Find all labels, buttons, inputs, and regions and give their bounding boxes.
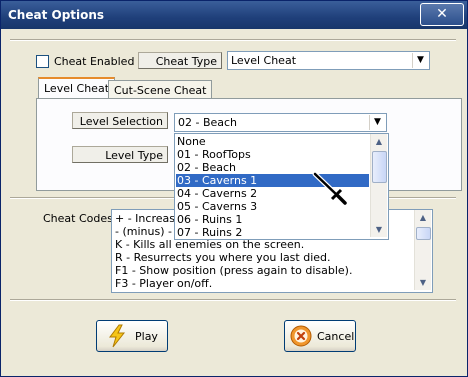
tab-cut-scene-cheat[interactable]: Cut-Scene Cheat xyxy=(108,80,213,100)
scroll-up-icon[interactable]: ▲ xyxy=(415,210,431,225)
list-item[interactable]: 07 - Ruins 2 xyxy=(176,226,369,239)
dropdown-scrollbar[interactable]: ▲ ▼ xyxy=(370,134,387,237)
cancel-label: Cancel xyxy=(317,330,355,343)
level-selection-label: Level Selection xyxy=(72,112,168,129)
dialog-body: Cheat Enabled Cheat Type Level Cheat ▼ L… xyxy=(4,29,464,373)
code-line: F1 - Show position (press again to disab… xyxy=(115,264,353,277)
scroll-thumb[interactable] xyxy=(372,151,387,183)
cheat-type-label: Cheat Type xyxy=(138,52,222,69)
sword-cursor-icon xyxy=(312,171,347,205)
scroll-down-icon[interactable]: ▼ xyxy=(415,275,431,290)
scroll-thumb[interactable] xyxy=(416,227,431,240)
cheat-options-window: Cheat Options ✕ Cheat Enabled Cheat Type… xyxy=(0,0,468,377)
close-button[interactable]: ✕ xyxy=(420,3,464,26)
play-label: Play xyxy=(135,330,158,343)
cheat-codes-label: Cheat Codes xyxy=(43,212,113,225)
bottom-divider xyxy=(10,299,456,301)
cheat-type-value: Level Cheat xyxy=(231,54,297,67)
tab-level-cheat[interactable]: Level Cheat xyxy=(38,77,116,99)
list-item[interactable]: 06 - Ruins 1 xyxy=(176,213,369,226)
lightning-icon xyxy=(109,324,126,348)
code-line: + - Increase xyxy=(115,212,182,225)
scroll-down-icon[interactable]: ▼ xyxy=(371,222,387,237)
cheat-type-select[interactable]: Level Cheat ▼ xyxy=(227,51,430,70)
list-item[interactable]: None xyxy=(176,135,369,148)
window-title: Cheat Options xyxy=(8,8,105,22)
play-button[interactable]: Play xyxy=(96,320,168,352)
cheat-codes-scrollbar[interactable]: ▲ ▼ xyxy=(414,210,431,290)
scroll-up-icon[interactable]: ▲ xyxy=(371,134,387,149)
level-selection-value: 02 - Beach xyxy=(178,116,238,129)
code-line: F3 - Player on/off. xyxy=(115,277,213,290)
chevron-down-icon[interactable]: ▼ xyxy=(412,53,428,68)
cheat-enabled-label: Cheat Enabled xyxy=(54,55,135,68)
tab-cut-scene-cheat-label: Cut-Scene Cheat xyxy=(114,84,207,97)
close-icon: ✕ xyxy=(436,6,448,22)
top-divider xyxy=(10,39,456,41)
level-selection-dropdown-list[interactable]: None 01 - RoofTops 02 - Beach 03 - Caver… xyxy=(174,133,389,240)
list-item[interactable]: 01 - RoofTops xyxy=(176,148,369,161)
title-bar[interactable]: Cheat Options ✕ xyxy=(1,1,467,29)
cancel-button[interactable]: Cancel xyxy=(284,320,356,352)
cheat-enabled-checkbox[interactable] xyxy=(36,55,49,68)
level-selection-select[interactable]: 02 - Beach ▼ xyxy=(174,113,387,132)
cancel-icon xyxy=(290,325,312,347)
code-line: R - Resurrects you where you last died. xyxy=(115,251,331,264)
tab-level-cheat-label: Level Cheat xyxy=(44,82,110,95)
level-type-label: Level Type xyxy=(72,146,168,163)
chevron-down-icon[interactable]: ▼ xyxy=(369,115,385,130)
